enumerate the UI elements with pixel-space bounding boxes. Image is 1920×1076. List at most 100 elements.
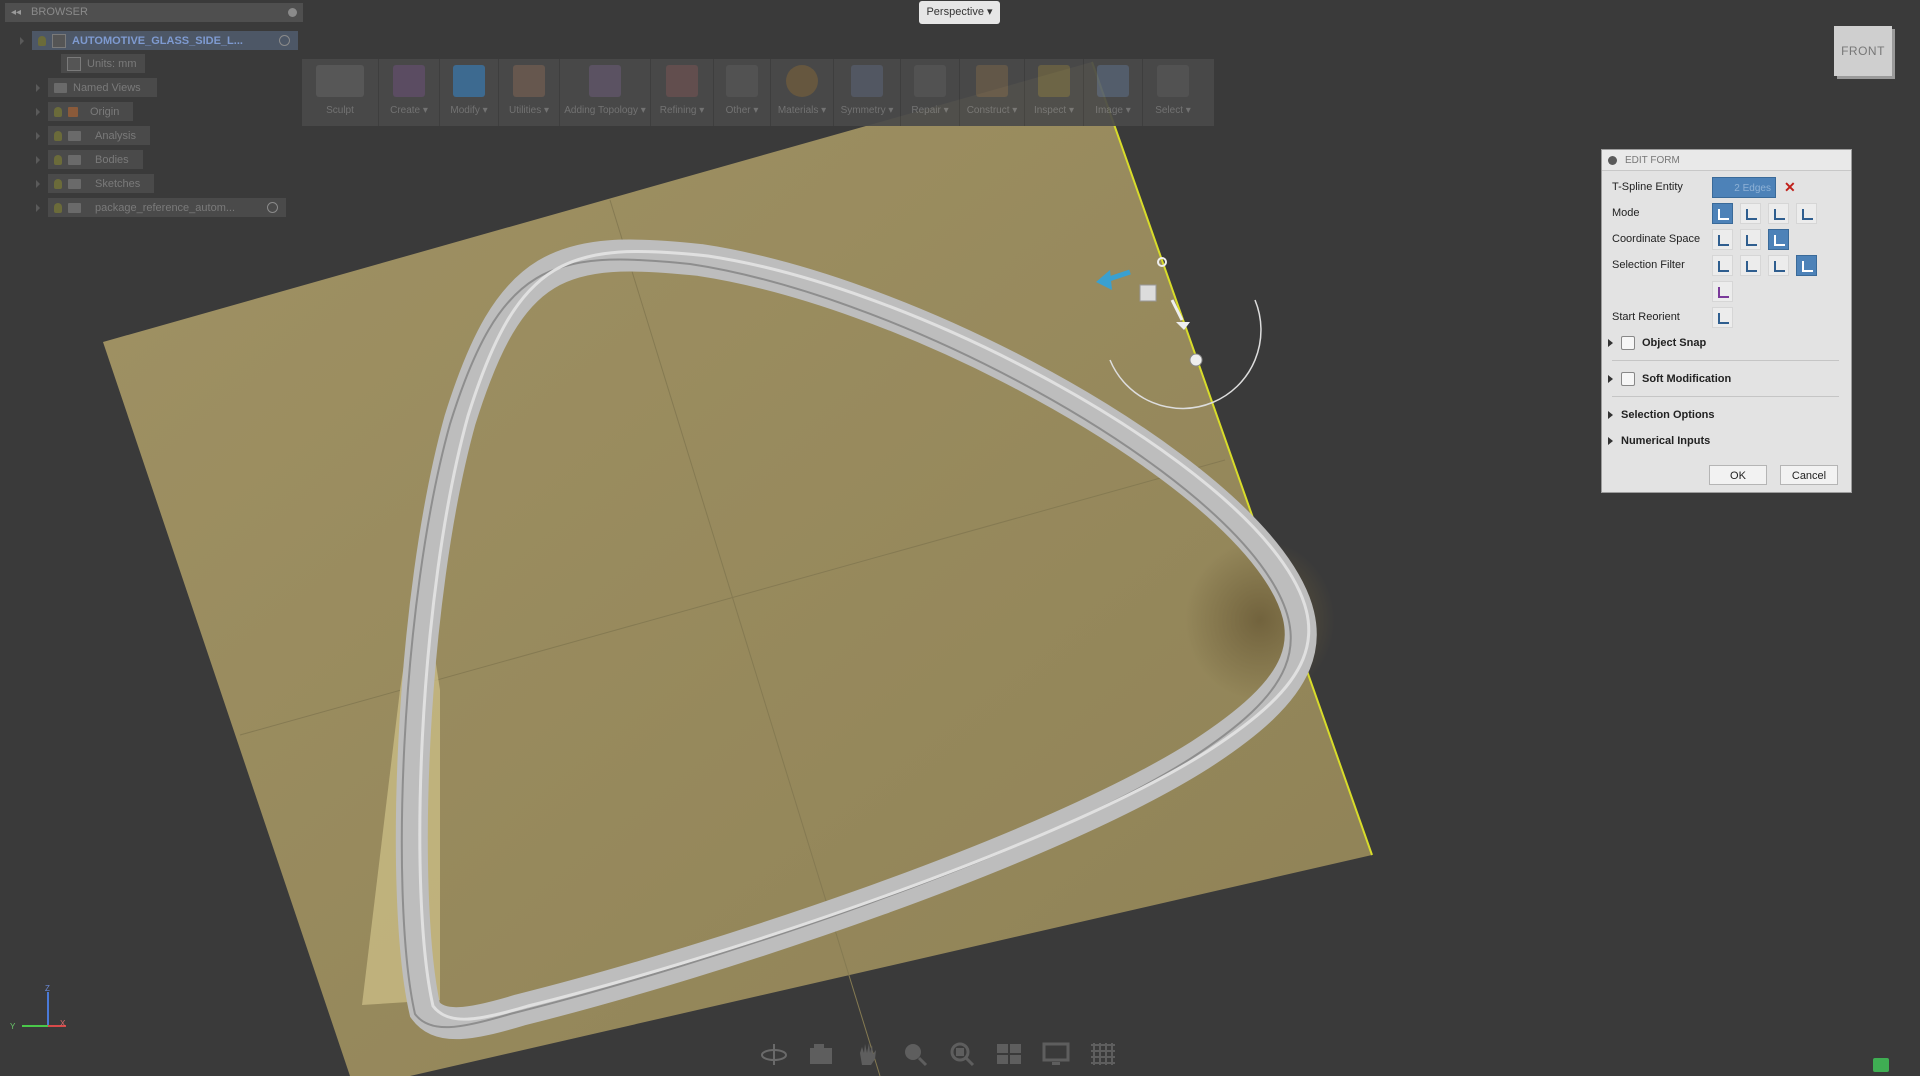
filter-edge-icon[interactable] xyxy=(1740,254,1761,276)
edit-form-icon[interactable] xyxy=(453,65,485,97)
tree-item-named-views[interactable]: Named Views xyxy=(36,78,157,97)
viewcube[interactable]: FRONT xyxy=(1834,26,1892,76)
toolbar-refining[interactable]: Refining ▾ xyxy=(651,59,714,126)
mode-rotation-icon[interactable] xyxy=(1768,202,1789,224)
visibility-bulb-icon[interactable] xyxy=(54,202,62,213)
viewcube-face-label[interactable]: FRONT xyxy=(1834,26,1892,76)
visibility-bulb-icon[interactable] xyxy=(54,154,62,165)
mode-scale-icon[interactable] xyxy=(1796,202,1817,224)
dialog-title: EDIT FORM xyxy=(1625,154,1680,166)
reference-plane[interactable] xyxy=(103,61,1373,1076)
coord-view-icon[interactable] xyxy=(1740,228,1761,250)
viewports-icon[interactable] xyxy=(1042,1041,1070,1067)
coord-local-icon[interactable] xyxy=(1768,228,1789,250)
expand-arrow-icon[interactable] xyxy=(36,131,40,140)
collapse-dialog-icon[interactable] xyxy=(1608,155,1617,165)
toolbar-utilities[interactable]: Utilities ▾ xyxy=(499,59,560,126)
object-snap-section[interactable]: Object Snap xyxy=(1608,332,1706,354)
repair-icon[interactable] xyxy=(914,65,946,97)
expand-triangle-icon[interactable] xyxy=(1608,339,1613,347)
expand-arrow-icon[interactable] xyxy=(36,179,40,188)
look-at-icon[interactable] xyxy=(807,1041,835,1067)
browser-header[interactable]: ◂◂ BROWSER xyxy=(5,3,303,22)
orbit-icon[interactable] xyxy=(760,1041,788,1067)
minimize-icon[interactable] xyxy=(288,8,297,17)
toolbar-repair[interactable]: Repair ▾ xyxy=(901,59,960,126)
ok-button[interactable]: OK xyxy=(1709,465,1767,485)
expand-arrow-icon[interactable] xyxy=(36,83,40,92)
filter-vertex-icon[interactable] xyxy=(1712,254,1733,276)
toolbar-select[interactable]: Select ▾ xyxy=(1143,59,1203,126)
soft-modification-section[interactable]: Soft Modification xyxy=(1608,368,1731,390)
object-snap-checkbox[interactable] xyxy=(1621,336,1635,350)
display-settings-icon[interactable] xyxy=(995,1041,1023,1067)
materials-icon[interactable] xyxy=(786,65,818,97)
edit-form-header[interactable]: EDIT FORM xyxy=(1602,150,1851,171)
selection-options-section[interactable]: Selection Options xyxy=(1608,404,1715,426)
cancel-button[interactable]: Cancel xyxy=(1780,465,1838,485)
visibility-bulb-icon[interactable] xyxy=(54,106,62,117)
selection-filter-label: Selection Filter xyxy=(1612,259,1685,271)
soft-modification-checkbox[interactable] xyxy=(1621,372,1635,386)
create-box-icon[interactable] xyxy=(393,65,425,97)
activate-radio-icon[interactable] xyxy=(267,202,278,213)
visibility-bulb-icon[interactable] xyxy=(54,130,62,141)
tree-item-sketches[interactable]: Sketches xyxy=(36,174,155,193)
collapse-icon[interactable]: ◂◂ xyxy=(11,3,21,22)
symmetry-icon[interactable] xyxy=(851,65,883,97)
toolbar-materials[interactable]: Materials ▾ xyxy=(771,59,834,126)
tree-root[interactable]: AUTOMOTIVE_GLASS_SIDE_L... xyxy=(20,31,298,50)
pan-hand-icon[interactable] xyxy=(854,1041,882,1067)
expand-arrow-icon[interactable] xyxy=(36,155,40,164)
fit-icon[interactable] xyxy=(948,1041,976,1067)
filter-body-icon[interactable] xyxy=(1712,280,1733,302)
numerical-inputs-section[interactable]: Numerical Inputs xyxy=(1608,430,1710,452)
tree-item-analysis[interactable]: Analysis xyxy=(36,126,150,145)
tree-item-origin[interactable]: Origin xyxy=(36,102,134,121)
toolbar-construct[interactable]: Construct ▾ xyxy=(960,59,1025,126)
toolbar-image[interactable]: Image ▾ xyxy=(1084,59,1143,126)
toolbar-symmetry[interactable]: Symmetry ▾ xyxy=(834,59,901,126)
toolbar-other[interactable]: Other ▾ xyxy=(714,59,771,126)
insert-edge-icon[interactable] xyxy=(589,65,621,97)
mode-translation-icon[interactable] xyxy=(1740,202,1761,224)
tspline-selection-chip[interactable]: 2 Edges xyxy=(1712,176,1776,198)
toolbar-adding-topology[interactable]: Adding Topology ▾ xyxy=(560,59,651,126)
status-icon[interactable] xyxy=(1873,1058,1889,1072)
tree-item-units[interactable]: Units: mm xyxy=(61,54,145,73)
perspective-dropdown[interactable]: Perspective ▾ xyxy=(919,1,1000,24)
expand-triangle-icon[interactable] xyxy=(1608,375,1613,383)
canvas-image-icon[interactable] xyxy=(1097,65,1129,97)
expand-arrow-icon[interactable] xyxy=(36,203,40,212)
toolbar-modify[interactable]: Modify ▾ xyxy=(440,59,499,126)
coord-world-icon[interactable] xyxy=(1712,228,1733,250)
filter-all-icon[interactable] xyxy=(1796,254,1817,276)
tree-item-bodies[interactable]: Bodies xyxy=(36,150,143,169)
zoom-icon[interactable] xyxy=(901,1041,929,1067)
expand-arrow-icon[interactable] xyxy=(20,36,24,45)
toolbar-create[interactable]: Create ▾ xyxy=(379,59,440,126)
toolbar-label: Other ▾ xyxy=(725,105,759,116)
expand-triangle-icon[interactable] xyxy=(1608,411,1613,419)
expand-arrow-icon[interactable] xyxy=(36,107,40,116)
inspect-icon[interactable] xyxy=(1038,65,1070,97)
utilities-icon[interactable] xyxy=(513,65,545,97)
expand-triangle-icon[interactable] xyxy=(1608,437,1613,445)
tree-item-package-reference[interactable]: package_reference_autom... xyxy=(36,198,286,217)
visibility-bulb-icon[interactable] xyxy=(38,35,46,46)
activate-radio-icon[interactable] xyxy=(279,35,290,46)
construct-plane-icon[interactable] xyxy=(976,65,1008,97)
other-icon[interactable] xyxy=(726,65,758,97)
mode-multi-icon[interactable] xyxy=(1712,202,1733,224)
grid-icon[interactable] xyxy=(1089,1041,1117,1067)
refining-icon[interactable] xyxy=(666,65,698,97)
toolbar-inspect[interactable]: Inspect ▾ xyxy=(1025,59,1084,126)
filter-face-icon[interactable] xyxy=(1768,254,1789,276)
reorient-icon[interactable] xyxy=(1712,306,1733,328)
clear-selection-icon[interactable]: ✕ xyxy=(1784,179,1796,196)
toolbar-sculpt[interactable]: Sculpt xyxy=(302,59,379,126)
component-icon xyxy=(68,202,81,213)
select-arrow-icon[interactable] xyxy=(1157,65,1189,97)
visibility-bulb-icon[interactable] xyxy=(54,178,62,189)
sculpt-workspace-icon[interactable] xyxy=(316,65,364,97)
